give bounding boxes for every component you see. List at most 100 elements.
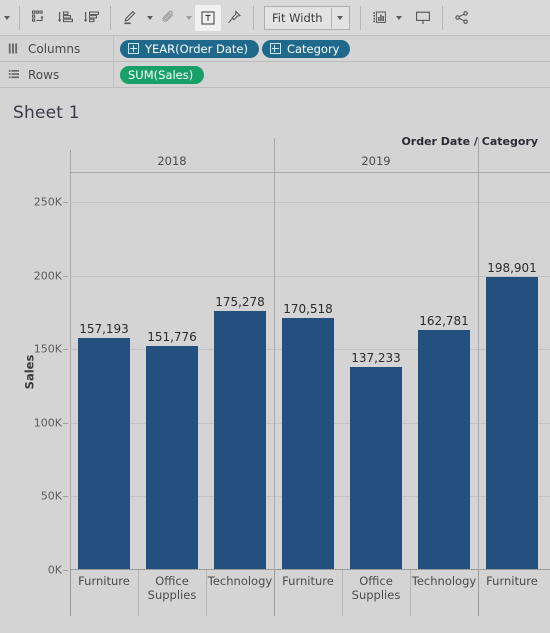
toolbar-group-left: Fit Width [0,0,475,36]
show-me-chart-icon [372,11,386,23]
caret-down-icon [3,15,10,20]
toolbar-divider-4 [359,5,361,30]
toolbar-divider [19,5,20,30]
y-axis: Sales 0K 50K 100K 150K 200K 250K [0,173,70,577]
y-axis-tick-mark [63,202,68,204]
page-title: Sheet 1 [13,103,80,123]
worksheet-view: Sheet 1 Order Date / Category 2018 2019 S… [0,88,550,628]
y-axis-tick-mark [63,570,68,571]
toolbar-group-members[interactable] [156,5,182,31]
columns-shelf-pills[interactable]: YEAR(Order Date) Category [114,36,351,62]
column-header-2018[interactable]: 2018 [70,150,274,172]
y-axis-line [70,150,71,570]
toolbar-divider-2 [110,5,111,30]
bar-value-label: 170,518 [283,302,333,317]
fit-dropdown-arrow[interactable] [330,7,349,28]
share-nodes-icon [454,10,468,24]
highlighter-icon [124,10,136,24]
bar-value-label: 198,901 [487,260,537,275]
pill-label: SUM(Sales) [128,67,194,82]
plot-area: 157,193 151,776 175,278 170,518 137,233 162,7… [70,150,550,593]
toolbar-share[interactable] [449,5,475,31]
rows-shelf-text: Rows [28,67,60,82]
swap-rows-columns-icon [32,10,44,22]
toolbar-sort-ascending[interactable] [52,5,78,31]
rows-icon [8,70,19,79]
panel-divider [274,150,275,593]
toolbar-group-caret[interactable] [182,5,195,31]
pill-sum-sales[interactable]: SUM(Sales) [120,65,205,84]
toolbar-presentation-mode[interactable] [410,5,436,31]
x-axis-labels: Furniture Office Supplies Technology Furnit… [70,570,550,628]
columns-shelf-label: Columns [0,35,114,62]
caret-down-icon [146,15,153,20]
bar-value-label: 137,233 [351,351,401,366]
caret-down-icon [185,15,192,20]
columns-shelf[interactable]: Columns YEAR(Order Date) Category [0,35,550,62]
y-axis-title: Sales [22,354,37,389]
x-axis-category-label[interactable]: Technology [206,574,274,588]
bar-value-label: 162,781 [419,313,469,328]
toolbar-overflow-caret[interactable] [0,5,13,31]
presentation-mode-icon [415,11,430,24]
expand-plus-icon[interactable] [269,43,281,54]
bar-value-label: 151,776 [147,329,197,344]
rows-shelf-label: Rows [0,61,114,88]
panel-divider [478,150,479,593]
x-axis-category-label[interactable]: Furniture [70,574,138,588]
columns-icon [8,43,18,54]
columns-shelf-text: Columns [28,41,81,56]
fit-dropdown[interactable]: Fit Width [264,5,350,30]
sort-ascending-icon [57,11,73,22]
toolbar-divider-5 [441,5,443,30]
bar-mark[interactable] [214,311,266,569]
y-axis-tick-mark [63,275,68,277]
pill-label: YEAR(Order Date) [145,41,248,56]
toolbar-show-mark-labels[interactable] [195,4,221,31]
column-field-caption: Order Date / Category [401,135,538,148]
x-axis-category-label[interactable]: Technology [410,574,478,588]
toolbar-show-me[interactable] [367,5,393,31]
bar-value-label: 157,193 [79,321,129,336]
toolbar-swap-rows-cols[interactable] [26,5,52,31]
rows-shelf[interactable]: Rows SUM(Sales) [0,61,550,88]
x-axis-category-label[interactable]: Office Supplies [342,574,410,602]
toolbar-fix-axes[interactable] [221,5,247,31]
fit-dropdown-value: Fit Width [272,10,323,25]
x-axis-category-label[interactable]: Furniture [478,574,546,588]
bar-mark[interactable] [146,345,198,569]
toolbar-highlight-caret[interactable] [143,5,156,31]
column-header-2019[interactable]: 2019 [274,150,478,172]
toolbar-divider-3 [253,5,254,30]
y-axis-tick-label: 250K [33,195,62,209]
bar-mark[interactable] [282,318,334,569]
toolbar: Fit Width [0,0,550,36]
bar-mark[interactable] [486,276,538,569]
paperclip-icon [162,10,173,22]
pill-category[interactable]: Category [261,39,351,58]
text-label-icon [201,10,215,25]
bar-mark[interactable] [418,329,470,569]
y-axis-tick-label: 0K [47,563,62,577]
bar-mark[interactable] [78,337,130,569]
x-axis-category-label[interactable]: Furniture [274,574,342,588]
toolbar-show-me-caret[interactable] [393,5,406,31]
pushpin-icon [228,9,242,23]
pill-label: Category [286,41,340,56]
caret-down-icon [337,15,344,20]
y-axis-tick-mark [63,496,68,498]
rows-shelf-pills[interactable]: SUM(Sales) [114,62,205,88]
toolbar-highlight[interactable] [117,5,143,31]
bar-mark[interactable] [350,367,402,569]
x-label-divider [70,570,71,616]
sort-descending-icon [83,11,99,22]
x-axis-category-label[interactable]: Office Supplies [138,574,206,602]
toolbar-sort-descending[interactable] [78,5,104,31]
y-axis-tick-label: 200K [33,269,62,283]
y-axis-tick-label: 100K [33,416,62,430]
expand-plus-icon[interactable] [128,43,139,54]
y-axis-tick-label: 50K [40,489,62,503]
y-axis-tick-mark [63,349,68,351]
bar-value-label: 175,278 [215,295,265,310]
pill-year-order-date[interactable]: YEAR(Order Date) [120,39,259,58]
